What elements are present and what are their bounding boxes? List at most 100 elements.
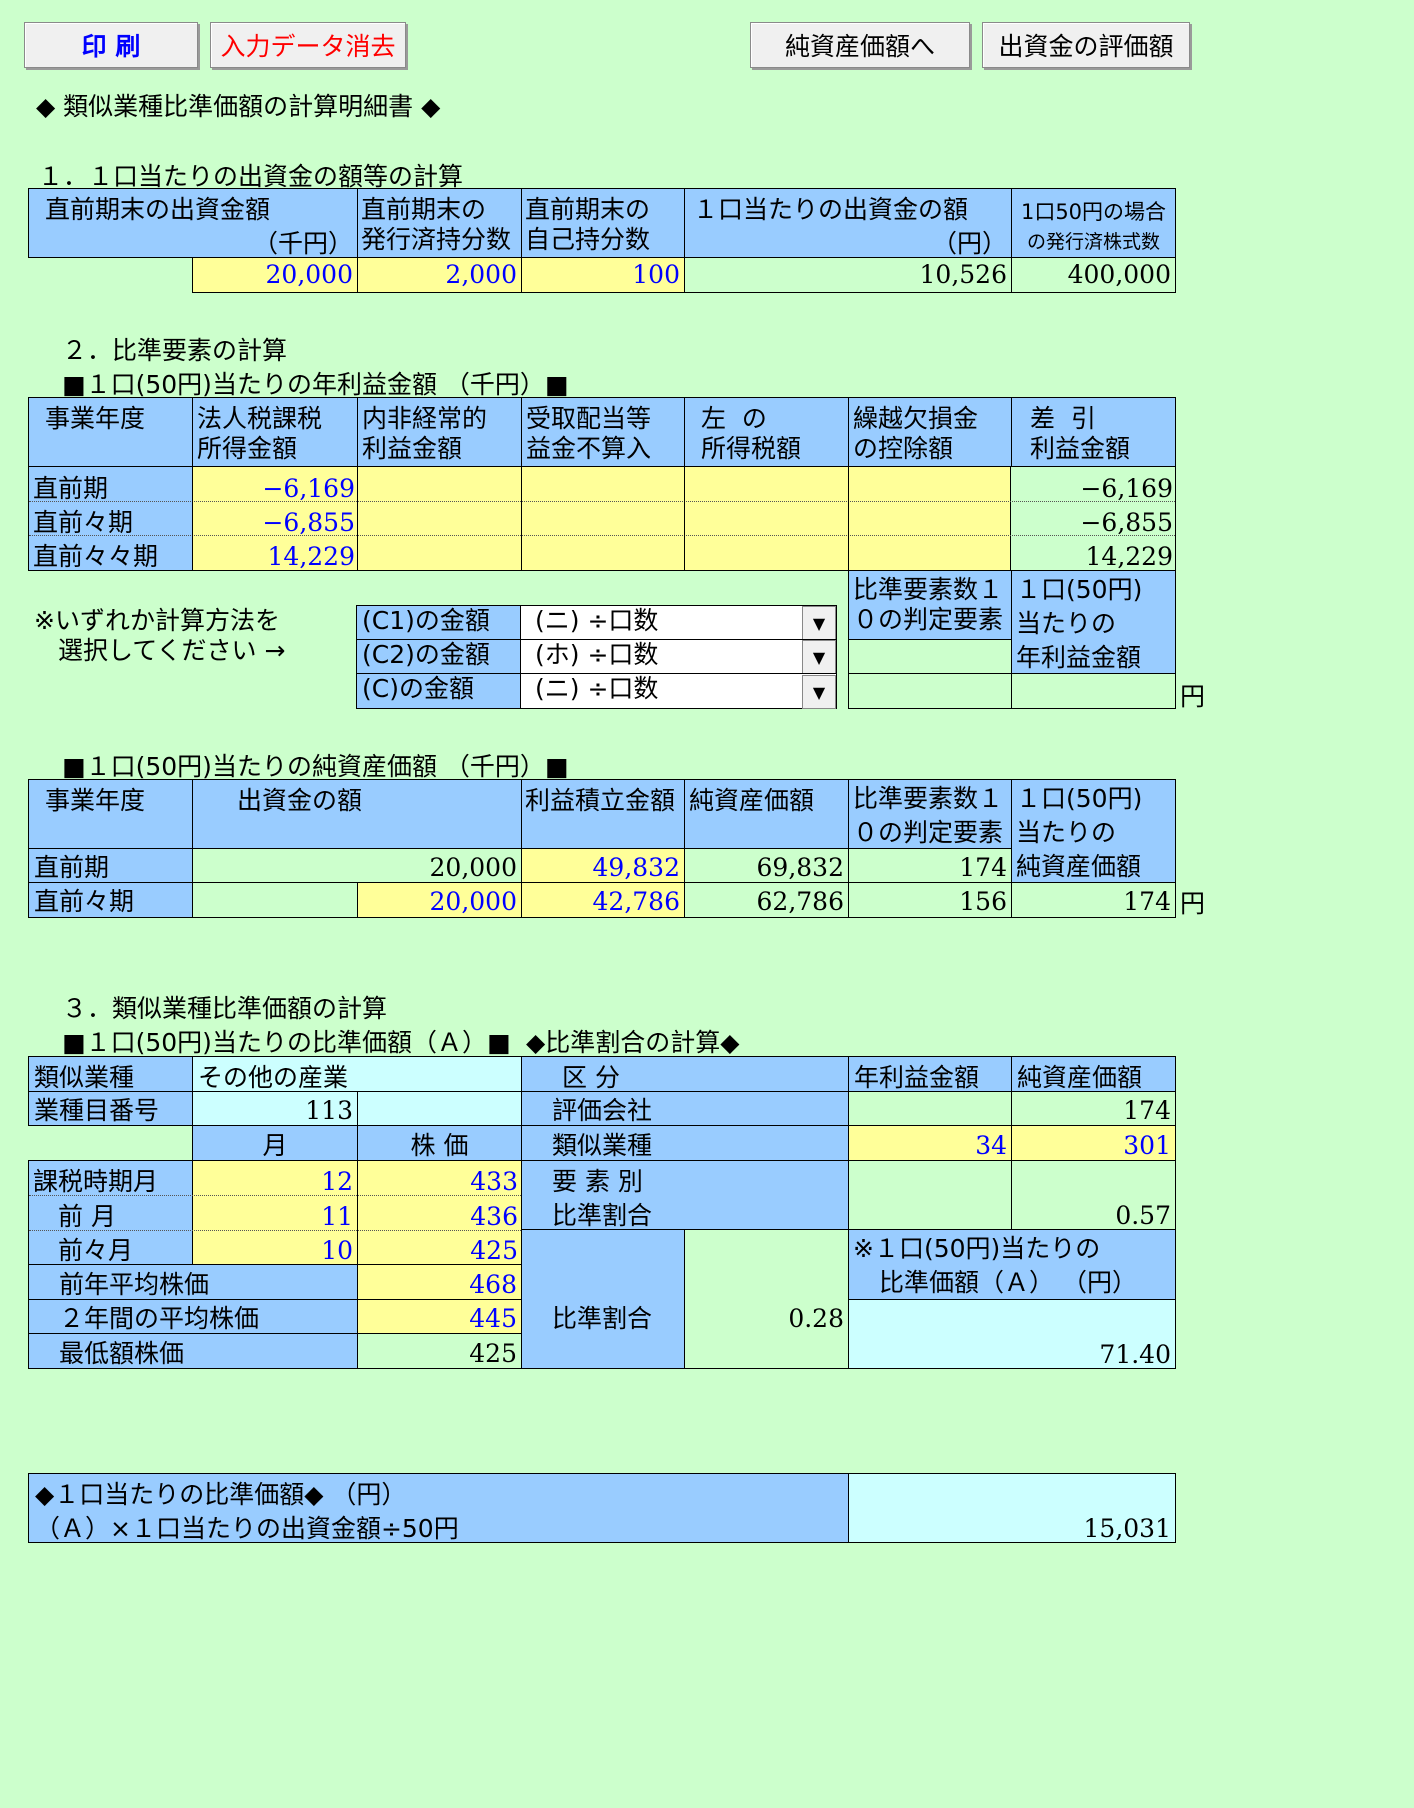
net-profit-value: −6,169 (1080, 474, 1173, 503)
chevron-down-icon[interactable]: ▼ (802, 675, 836, 709)
min-price-value: 425 (357, 1333, 522, 1369)
element-net-value: 0.57 (1011, 1160, 1176, 1230)
header-dividends: 受取配当等 益金不算入 (521, 397, 685, 467)
taxable-income-input[interactable]: 14,229 (193, 542, 359, 572)
element-profit-value (848, 1160, 1012, 1230)
blank-cell (357, 1091, 522, 1126)
row-label-prior3: 直前々々期 (33, 542, 159, 571)
month-input[interactable]: 10 (193, 1236, 357, 1266)
section3-heading: ３．類似業種比準価額の計算 (62, 994, 388, 1023)
chevron-down-icon[interactable]: ▼ (802, 640, 836, 674)
net-assets-button[interactable]: 純資産価額へ (750, 22, 970, 68)
final-label: ◆１口当たりの比準価額◆ （円） （Ａ）×１口当たりの出資金額÷50円 (28, 1473, 849, 1543)
issued-units-input[interactable]: 2,000 (357, 257, 522, 293)
header-capital-amount: 出資金の額 (192, 779, 522, 849)
header-capital: 直前期末の出資金額 （千円） (28, 188, 358, 258)
month-header: 月 (192, 1125, 358, 1161)
chevron-down-icon[interactable]: ▼ (802, 606, 836, 640)
header-income-tax: 左 の所得税額 (684, 397, 849, 467)
blank-cell (192, 882, 358, 918)
print-button[interactable]: 印 刷 (24, 22, 198, 68)
col-divider (521, 467, 522, 570)
row-label-prev-month: 前 月 (58, 1202, 116, 1231)
kubun-header: 区 分 (521, 1056, 849, 1092)
similar-net-input[interactable]: 301 (1011, 1125, 1176, 1161)
price-input[interactable]: 436 (358, 1202, 522, 1232)
section3-sub-b: ◆比準割合の計算◆ (526, 1028, 740, 1057)
capital-input[interactable]: 20,000 (192, 257, 358, 293)
row-label-prior: 直前期 (28, 848, 193, 883)
net-header: 純資産価額 (1011, 1056, 1176, 1092)
header-loss-carryforward: 繰越欠損金 の控除額 (848, 397, 1012, 467)
judge-value: 156 (848, 882, 1012, 918)
header-net-assets: 純資産価額 (684, 779, 849, 849)
retained-earnings-input[interactable]: 49,832 (521, 848, 685, 883)
judge-value: 174 (848, 848, 1012, 883)
ratio-label: 比準割合 (521, 1229, 685, 1369)
header-nonrecurring: 内非経常的 利益金額 (357, 397, 522, 467)
net-profit-value: −6,855 (1080, 508, 1173, 537)
similar-profit-input[interactable]: 34 (848, 1125, 1012, 1161)
net-assets-value: 62,786 (684, 882, 849, 918)
c2-label: (C2)の金額 (356, 639, 521, 674)
row-label-tax-month: 課税時期月 (33, 1167, 159, 1196)
row-label-prior2: 直前々期 (33, 508, 134, 537)
page-title: ◆ 類似業種比準価額の計算明細書 ◆ (36, 92, 441, 121)
judge-header: 比準要素数１・ ０の判定要素 (848, 570, 1012, 640)
c2-select[interactable]: (ホ) ÷口数 (520, 639, 837, 674)
a-value: 71.40 (848, 1299, 1176, 1369)
month-input[interactable]: 12 (193, 1167, 357, 1197)
capital-value: 20,000 (192, 848, 522, 883)
final-value: 15,031 (848, 1473, 1176, 1543)
avg-year-input[interactable]: 468 (357, 1264, 522, 1300)
avg-year-label: 前年平均株価 (28, 1264, 358, 1300)
similar-label: 類似業種 (521, 1125, 849, 1161)
header-fiscal-year: 事業年度 (28, 397, 193, 467)
judge-c-value (848, 673, 1012, 709)
profit-header: 年利益金額 (848, 1056, 1012, 1092)
row-label-prev2-month: 前々月 (58, 1236, 134, 1265)
yen-unit: 円 (1180, 682, 1206, 711)
header-own-units: 直前期末の 自己持分数 (521, 188, 685, 258)
c1-select[interactable]: (ニ) ÷口数 (520, 605, 837, 640)
avg-2y-input[interactable]: 445 (357, 1299, 522, 1334)
a-value-header: ※１口(50円)当たりの 比準価額（Ａ） （円） (848, 1229, 1176, 1300)
row-label-prior: 直前期 (33, 474, 109, 503)
header-fiscal-year: 事業年度 (28, 779, 193, 849)
industry-value: その他の産業 (192, 1056, 522, 1092)
clear-input-button[interactable]: 入力データ消去 (210, 22, 406, 68)
retained-earnings-input[interactable]: 42,786 (521, 882, 685, 918)
section3-sub-a: ■１口(50円)当たりの比準価額（Ａ）■ (62, 1028, 511, 1057)
capital-input[interactable]: 20,000 (357, 882, 522, 918)
per-unit-profit-value (1011, 673, 1176, 709)
header-net-profit: 差 引利益金額 (1011, 397, 1176, 467)
row-label-prior2: 直前々期 (28, 882, 193, 918)
eval-profit-value (848, 1091, 1012, 1126)
per-unit-capital-value: 10,526 (684, 257, 1012, 293)
price-input[interactable]: 425 (358, 1236, 522, 1266)
header-per-unit-capital: １口当たりの出資金の額 （円） (684, 188, 1012, 258)
select-note-line1: ※いずれか計算方法を (34, 606, 280, 635)
own-units-input[interactable]: 100 (521, 257, 685, 293)
taxable-income-input[interactable]: −6,169 (193, 474, 359, 504)
avg-2y-label: ２年間の平均株価 (28, 1299, 358, 1334)
c1-label: (C1)の金額 (356, 605, 521, 640)
industry-label: 類似業種 (28, 1056, 193, 1092)
month-input[interactable]: 11 (193, 1202, 357, 1232)
header-judge: 比準要素数１・ ０の判定要素 (848, 779, 1012, 849)
net-table-title: ■１口(50円)当たりの純資産価額 （千円）■ (62, 752, 569, 781)
price-input[interactable]: 433 (358, 1167, 522, 1197)
c-label: (C)の金額 (356, 673, 521, 709)
profit-table-title: ■１口(50円)当たりの年利益金額 （千円）■ (62, 370, 569, 399)
evaluation-button[interactable]: 出資金の評価額 (982, 22, 1190, 68)
net-assets-value: 69,832 (684, 848, 849, 883)
col-divider (684, 467, 685, 570)
header-per-unit-net: １口(50円) 当たりの 純資産価額 (1011, 779, 1176, 883)
per-unit-profit-header: １口(50円) 当たりの 年利益金額 (1011, 570, 1176, 674)
taxable-income-input[interactable]: −6,855 (193, 508, 359, 538)
select-note-line2: 選択してください → (58, 636, 286, 665)
header-shares-50yen: 1口50円の場合 の発行済株式数 (1011, 188, 1176, 258)
yen-unit: 円 (1180, 889, 1206, 918)
c-select[interactable]: (ニ) ÷口数 (520, 673, 837, 709)
header-retained-earnings: 利益積立金額 (521, 779, 685, 849)
